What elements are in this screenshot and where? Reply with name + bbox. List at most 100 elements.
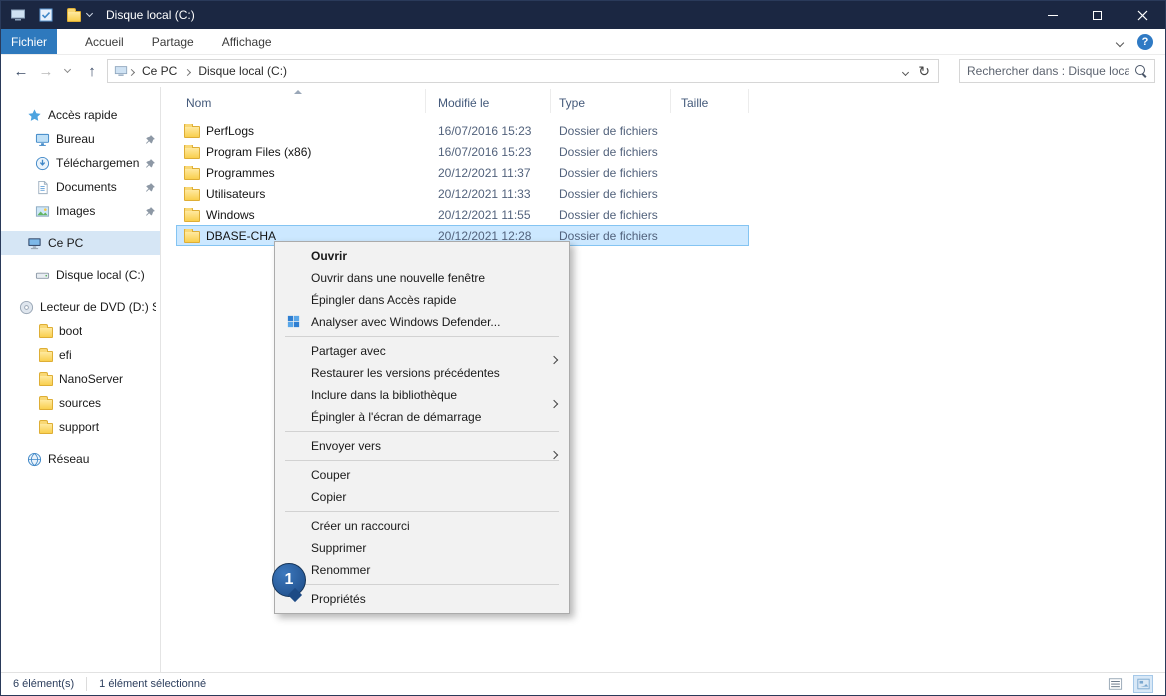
folder-icon [184, 168, 200, 180]
column-header-taille[interactable]: Taille [671, 89, 749, 113]
picture-icon [35, 204, 50, 219]
menu-item-delete[interactable]: Supprimer [275, 537, 569, 559]
file-name: PerfLogs [206, 124, 254, 138]
sidebar-item-support[interactable]: support [1, 415, 160, 439]
sidebar-item-reseau[interactable]: Réseau [1, 447, 160, 471]
sidebar-item-bureau[interactable]: Bureau [1, 127, 160, 151]
file-row-windows[interactable]: Windows 20/12/2021 11:55 Dossier de fich… [176, 204, 749, 225]
menu-item-label: Couper [311, 468, 350, 482]
annotation-step-badge: 1 [272, 563, 306, 597]
menu-item-copy[interactable]: Copier [275, 486, 569, 508]
quick-access-new-folder-icon[interactable] [63, 4, 85, 26]
forward-button[interactable]: → [35, 55, 57, 87]
up-button[interactable]: ↑ [81, 55, 103, 87]
menu-item-rename[interactable]: Renommer [275, 559, 569, 581]
folder-icon [39, 423, 53, 434]
expand-ribbon-chevron-icon[interactable] [1117, 35, 1123, 49]
maximize-icon [1093, 11, 1102, 20]
document-icon [35, 180, 50, 195]
close-button[interactable] [1120, 1, 1165, 29]
thumbnails-view-button[interactable] [1133, 675, 1153, 693]
navigation-toolbar: ← → ↑ Ce PC Disque local (C:) ↻ [1, 55, 1165, 87]
sort-ascending-icon [294, 90, 302, 94]
file-modified: 20/12/2021 11:37 [426, 166, 551, 180]
sidebar-item-quick-access[interactable]: Accès rapide [1, 103, 160, 127]
sidebar-item-label: boot [59, 324, 82, 338]
menu-item-open-new-window[interactable]: Ouvrir dans une nouvelle fenêtre [275, 267, 569, 289]
column-header-nom[interactable]: Nom [176, 89, 426, 113]
folder-icon [184, 126, 200, 138]
sidebar-item-ce-pc[interactable]: Ce PC [1, 231, 160, 255]
menu-item-open[interactable]: Ouvrir [275, 245, 569, 267]
minimize-button[interactable] [1030, 1, 1075, 29]
maximize-button[interactable] [1075, 1, 1120, 29]
column-label: Nom [186, 96, 211, 110]
menu-item-cut[interactable]: Couper [275, 464, 569, 486]
sidebar-item-boot[interactable]: boot [1, 319, 160, 343]
help-icon[interactable]: ? [1137, 34, 1153, 50]
pin-icon [145, 134, 156, 145]
sidebar-item-nanoserver[interactable]: NanoServer [1, 367, 160, 391]
search-input[interactable] [960, 64, 1133, 78]
pin-icon [145, 182, 156, 193]
sidebar-item-sources[interactable]: sources [1, 391, 160, 415]
address-bar-right: ↻ [903, 63, 934, 80]
menu-item-properties[interactable]: Propriétés [275, 588, 569, 610]
file-row-perflogs[interactable]: PerfLogs 16/07/2016 15:23 Dossier de fic… [176, 120, 749, 141]
menu-item-label: Épingler à l'écran de démarrage [311, 410, 481, 424]
ribbon-right-controls: ? [1117, 29, 1165, 54]
file-name: Program Files (x86) [206, 145, 311, 159]
downloads-icon [35, 156, 50, 171]
folder-icon [39, 375, 53, 386]
menu-separator [285, 336, 559, 337]
file-row-utilisateurs[interactable]: Utilisateurs 20/12/2021 11:33 Dossier de… [176, 183, 749, 204]
address-bar[interactable]: Ce PC Disque local (C:) ↻ [107, 59, 939, 83]
sidebar-item-label: NanoServer [59, 372, 123, 386]
column-label: Type [559, 96, 585, 110]
status-bar: 6 élément(s) 1 élément sélectionné [1, 672, 1165, 695]
tab-accueil[interactable]: Accueil [71, 29, 138, 54]
menu-item-create-shortcut[interactable]: Créer un raccourci [275, 515, 569, 537]
tab-partage[interactable]: Partage [138, 29, 208, 54]
sidebar-item-disque-local-c[interactable]: Disque local (C:) [1, 263, 160, 287]
menu-item-label: Copier [311, 490, 346, 504]
details-view-button[interactable] [1105, 675, 1125, 693]
menu-separator [285, 431, 559, 432]
computer-icon [27, 236, 42, 251]
quick-access-properties-icon[interactable] [35, 4, 57, 26]
menu-item-include-in-library[interactable]: Inclure dans la bibliothèque [275, 384, 569, 406]
breadcrumb-chevron-icon [185, 64, 190, 78]
file-row-program-files-x86[interactable]: Program Files (x86) 16/07/2016 15:23 Dos… [176, 141, 749, 162]
sidebar-item-dvd-drive[interactable]: Lecteur de DVD (D:) S [1, 295, 160, 319]
refresh-icon[interactable]: ↻ [918, 63, 930, 80]
file-row-programmes[interactable]: Programmes 20/12/2021 11:37 Dossier de f… [176, 162, 749, 183]
search-icon[interactable] [1133, 63, 1149, 79]
menu-item-send-to[interactable]: Envoyer vers [275, 435, 569, 457]
sidebar-item-images[interactable]: Images [1, 199, 160, 223]
menu-separator [285, 460, 559, 461]
quick-access-dropdown-icon[interactable] [87, 14, 92, 16]
column-headers: Nom Modifié le Type Taille [176, 89, 749, 113]
menu-item-scan-defender[interactable]: Analyser avec Windows Defender... [275, 311, 569, 333]
menu-item-pin-to-start[interactable]: Épingler à l'écran de démarrage [275, 406, 569, 428]
menu-item-share-with[interactable]: Partager avec [275, 340, 569, 362]
breadcrumb-disque-local[interactable]: Disque local (C:) [191, 64, 294, 78]
breadcrumb-ce-pc[interactable]: Ce PC [135, 64, 184, 78]
tab-affichage[interactable]: Affichage [208, 29, 286, 54]
menu-item-pin-quick-access[interactable]: Épingler dans Accès rapide [275, 289, 569, 311]
column-header-type[interactable]: Type [551, 89, 671, 113]
sidebar-item-efi[interactable]: efi [1, 343, 160, 367]
address-pc-icon [114, 64, 128, 78]
back-button[interactable]: ← [9, 55, 33, 87]
address-dropdown-icon[interactable] [903, 64, 908, 78]
menu-item-restore-previous-versions[interactable]: Restaurer les versions précédentes [275, 362, 569, 384]
history-dropdown-icon[interactable] [59, 55, 75, 87]
column-header-modifie-le[interactable]: Modifié le [426, 89, 551, 113]
menu-separator [285, 584, 559, 585]
sidebar-item-label: Ce PC [48, 236, 83, 250]
tab-fichier[interactable]: Fichier [1, 29, 57, 54]
sidebar-item-documents[interactable]: Documents [1, 175, 160, 199]
sidebar-item-telechargements[interactable]: Téléchargements [1, 151, 160, 175]
file-type: Dossier de fichiers [551, 145, 671, 159]
explorer-system-icon[interactable] [7, 4, 29, 26]
